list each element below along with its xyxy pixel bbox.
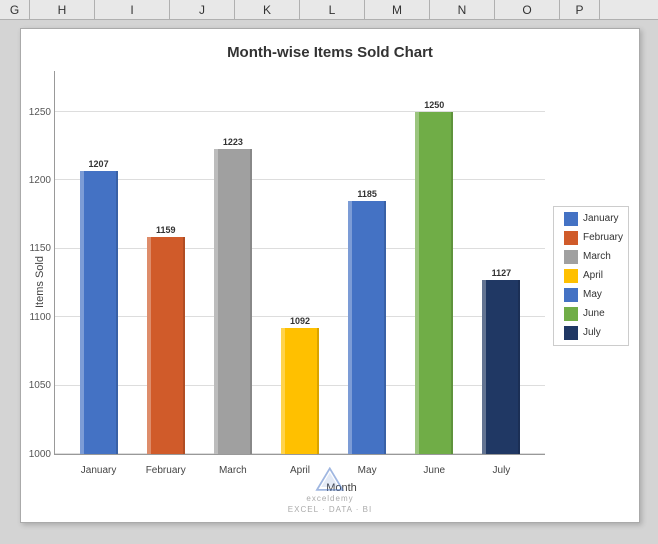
legend-item-january: January (564, 212, 623, 226)
bar-x-label: March (219, 465, 247, 476)
legend-color-box (564, 231, 578, 245)
chart-area: Items Sold 100010501100115012001250 1207… (31, 71, 629, 494)
watermark-text1: exceldemy (306, 494, 353, 503)
col-header-h: H (30, 0, 95, 19)
bar-rect: April (281, 328, 319, 454)
legend-label: April (583, 270, 603, 281)
legend-label: July (583, 327, 601, 338)
bar-rect: July (482, 280, 520, 454)
legend-label: February (583, 232, 623, 243)
bar-group-january: 1207 January (80, 71, 118, 454)
legend-item-april: April (564, 269, 623, 283)
bar-value-label: 1159 (156, 225, 176, 235)
bar-value-label: 1207 (89, 159, 109, 169)
legend-color-box (564, 288, 578, 302)
col-header-m: M (365, 0, 430, 19)
chart-legend: January February March April May June July (553, 206, 629, 346)
legend-item-july: July (564, 326, 623, 340)
watermark: exceldemy EXCEL · DATA · BI (288, 467, 372, 514)
chart-title: Month-wise Items Sold Chart (31, 44, 629, 61)
bar-value-label: 1250 (424, 100, 444, 110)
bar-group-march: 1223 March (214, 71, 252, 454)
col-header-j: J (170, 0, 235, 19)
col-header-g: G (0, 0, 30, 19)
col-header-p: P (560, 0, 600, 19)
chart-plot-and-legend: 100010501100115012001250 1207January1159… (54, 71, 629, 480)
col-header-n: N (430, 0, 495, 19)
y-tick-label: 1050 (13, 380, 51, 391)
legend-label: March (583, 251, 611, 262)
bar-value-label: 1092 (290, 316, 310, 326)
y-tick-label: 1100 (13, 312, 51, 323)
bar-rect: March (214, 149, 252, 454)
bar-group-july: 1127 July (482, 71, 520, 454)
bar-group-may: 1185 May (348, 71, 386, 454)
col-header-k: K (235, 0, 300, 19)
y-tick-label: 1250 (13, 107, 51, 118)
y-tick-label: 1200 (13, 175, 51, 186)
bar-x-label: July (493, 465, 511, 476)
legend-color-box (564, 307, 578, 321)
legend-label: June (583, 308, 605, 319)
bar-value-label: 1127 (492, 268, 512, 278)
bar-rect: January (80, 171, 118, 454)
bar-x-label: January (81, 465, 117, 476)
col-header-l: L (300, 0, 365, 19)
legend-color-box (564, 326, 578, 340)
col-header-i: I (95, 0, 170, 19)
chart-container: Month-wise Items Sold Chart Items Sold 1… (20, 28, 640, 523)
legend-item-march: March (564, 250, 623, 264)
bars-container: 1207 January 1159 February 1223 March 1092 Apri… (55, 71, 545, 454)
bar-value-label: 1185 (357, 189, 377, 199)
bar-group-june: 1250 June (415, 71, 453, 454)
y-tick-label: 1150 (13, 243, 51, 254)
y-tick-label: 1000 (13, 449, 51, 460)
bar-x-label: February (146, 465, 186, 476)
legend-color-box (564, 269, 578, 283)
chart-plot: 100010501100115012001250 1207January1159… (54, 71, 545, 455)
chart-inner: 100010501100115012001250 1207January1159… (54, 71, 629, 494)
y-axis-label: Items Sold (31, 71, 49, 494)
legend-item-june: June (564, 307, 623, 321)
col-header-o: O (495, 0, 560, 19)
bar-x-label: June (423, 465, 445, 476)
legend-label: May (583, 289, 602, 300)
watermark-logo-icon (315, 467, 345, 492)
watermark-text2: EXCEL · DATA · BI (288, 505, 372, 514)
bar-rect: May (348, 201, 386, 454)
legend-color-box (564, 250, 578, 264)
bar-rect: June (415, 112, 453, 454)
legend-item-may: May (564, 288, 623, 302)
bar-group-april: 1092 April (281, 71, 319, 454)
bar-group-february: 1159 February (147, 71, 185, 454)
legend-item-february: February (564, 231, 623, 245)
legend-color-box (564, 212, 578, 226)
legend-label: January (583, 213, 619, 224)
spreadsheet-background: GHIJKLMNOP Month-wise Items Sold Chart I… (0, 0, 658, 544)
bar-value-label: 1223 (223, 137, 243, 147)
bar-rect: February (147, 237, 185, 454)
column-headers: GHIJKLMNOP (0, 0, 658, 20)
